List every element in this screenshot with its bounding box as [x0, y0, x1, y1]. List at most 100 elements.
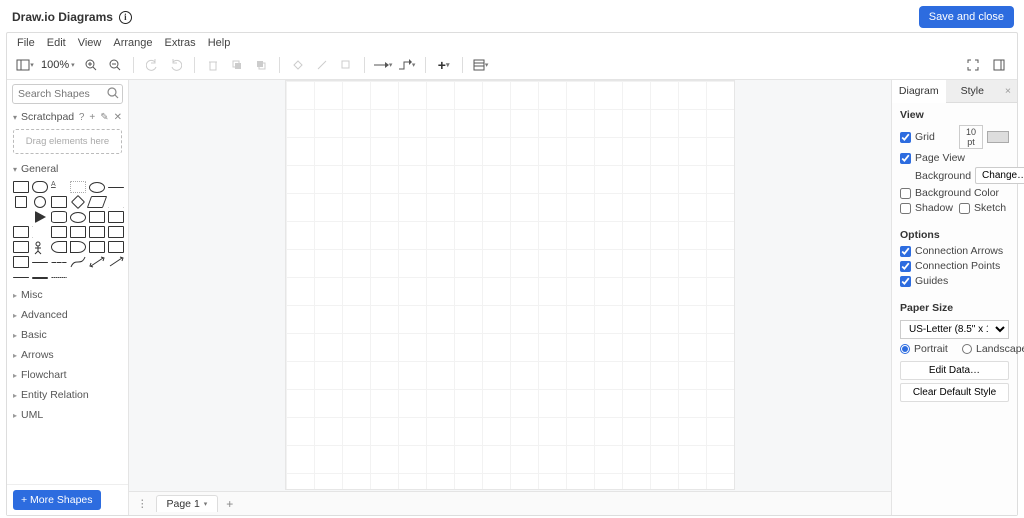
category-advanced[interactable]: ▸Advanced — [7, 305, 128, 325]
connection-button[interactable]: ▾ — [373, 55, 393, 75]
shape-line[interactable] — [32, 262, 48, 263]
clear-style-button[interactable]: Clear Default Style — [900, 383, 1009, 402]
category-basic[interactable]: ▸Basic — [7, 325, 128, 345]
shape-and[interactable] — [70, 241, 86, 253]
shape-step[interactable] — [32, 226, 48, 238]
more-shapes-button[interactable]: + More Shapes — [13, 490, 101, 510]
tab-diagram[interactable]: Diagram — [892, 80, 946, 103]
grid-checkbox[interactable] — [900, 132, 911, 143]
shape-tape[interactable] — [51, 226, 67, 238]
help-icon[interactable]: ? — [79, 112, 85, 123]
conn-arrows-checkbox[interactable] — [900, 246, 911, 257]
fill-color-button[interactable] — [288, 55, 308, 75]
undo-button[interactable] — [142, 55, 162, 75]
add-icon[interactable]: + — [89, 112, 95, 123]
shape-container[interactable] — [108, 241, 124, 253]
menu-help[interactable]: Help — [208, 37, 231, 49]
category-arrows[interactable]: ▸Arrows — [7, 345, 128, 365]
shape-directional-arrow[interactable] — [108, 256, 124, 268]
shape-or[interactable] — [51, 241, 67, 253]
shape-curve[interactable] — [70, 256, 86, 268]
add-page-button[interactable]: + — [226, 497, 233, 511]
redo-button[interactable] — [166, 55, 186, 75]
shadow-button[interactable] — [336, 55, 356, 75]
shape-text[interactable]: A — [51, 181, 67, 193]
line-color-button[interactable] — [312, 55, 332, 75]
drawing-page[interactable] — [285, 80, 735, 490]
grid-size-input[interactable]: 10 pt — [959, 125, 983, 149]
shape-diamond[interactable] — [71, 195, 85, 209]
guides-checkbox[interactable] — [900, 276, 911, 287]
scratchpad-header[interactable]: ▾ Scratchpad ? + ✎ ✕ — [7, 108, 128, 126]
general-header[interactable]: ▾ General — [7, 160, 128, 178]
view-mode-button[interactable]: ▾ — [15, 55, 35, 75]
shape-dotted-line[interactable] — [51, 277, 67, 278]
sketch-checkbox[interactable] — [959, 203, 970, 214]
change-background-button[interactable]: Change… — [975, 167, 1024, 184]
canvas[interactable] — [129, 80, 891, 491]
category-flowchart[interactable]: ▸Flowchart — [7, 365, 128, 385]
landscape-radio[interactable] — [962, 344, 972, 354]
save-and-close-button[interactable]: Save and close — [919, 6, 1014, 28]
bgcolor-checkbox[interactable] — [900, 188, 911, 199]
zoom-out-button[interactable] — [105, 55, 125, 75]
shape-list[interactable] — [13, 256, 29, 268]
shape-rounded-rect[interactable] — [32, 181, 48, 193]
shape-circle[interactable] — [34, 196, 46, 208]
menu-arrange[interactable]: Arrange — [113, 37, 152, 49]
format-panel-button[interactable] — [989, 55, 1009, 75]
shape-rectangle[interactable] — [13, 181, 29, 193]
zoom-in-button[interactable] — [81, 55, 101, 75]
shape-callout[interactable] — [89, 226, 105, 238]
to-front-button[interactable] — [227, 55, 247, 75]
shape-data-storage[interactable] — [89, 241, 105, 253]
shape-square[interactable] — [15, 196, 27, 208]
shape-cloud[interactable] — [70, 212, 86, 223]
close-icon[interactable]: ✕ — [114, 112, 122, 123]
portrait-radio[interactable] — [900, 344, 910, 354]
pageview-checkbox[interactable] — [900, 153, 911, 164]
to-back-button[interactable] — [251, 55, 271, 75]
menu-extras[interactable]: Extras — [165, 37, 196, 49]
close-panel-button[interactable]: × — [999, 80, 1017, 103]
menu-view[interactable]: View — [78, 37, 102, 49]
tab-style[interactable]: Style — [946, 80, 1000, 103]
shape-actor[interactable] — [32, 241, 48, 253]
shape-link[interactable] — [13, 277, 29, 278]
edit-data-button[interactable]: Edit Data… — [900, 361, 1009, 380]
shape-dashed-line[interactable] — [51, 262, 67, 263]
shape-note[interactable] — [13, 241, 29, 253]
shape-card[interactable] — [70, 226, 86, 238]
delete-button[interactable] — [203, 55, 223, 75]
shape-ellipse[interactable] — [89, 182, 105, 193]
shape-trapezoid[interactable] — [108, 196, 124, 208]
shape-internal-storage[interactable] — [108, 211, 124, 223]
shape-process[interactable] — [51, 196, 67, 208]
shape-hexagon[interactable] — [13, 211, 29, 223]
shape-document[interactable] — [89, 211, 105, 223]
shape-parallelogram[interactable] — [87, 196, 107, 208]
waypoint-button[interactable]: ▾ — [397, 55, 417, 75]
shape-textbox[interactable] — [70, 181, 86, 193]
category-misc[interactable]: ▸Misc — [7, 285, 128, 305]
info-icon[interactable]: i — [119, 11, 132, 24]
shape-divider[interactable] — [108, 187, 124, 188]
menu-edit[interactable]: Edit — [47, 37, 66, 49]
category-uml[interactable]: ▸UML — [7, 405, 128, 425]
page-tab-1[interactable]: Page 1 ▾ — [156, 495, 219, 512]
zoom-level[interactable]: 100%▾ — [39, 59, 77, 71]
shadow-checkbox[interactable] — [900, 203, 911, 214]
page-menu-button[interactable]: ⋮ — [137, 498, 148, 510]
shape-triangle[interactable] — [35, 211, 46, 223]
menu-file[interactable]: File — [17, 37, 35, 49]
shape-thick-line[interactable] — [32, 277, 48, 279]
category-entity-relation[interactable]: ▸Entity Relation — [7, 385, 128, 405]
table-button[interactable]: ▾ — [471, 55, 491, 75]
shape-bidirectional-arrow[interactable] — [89, 256, 105, 268]
shape-cylinder[interactable] — [51, 211, 67, 223]
edit-icon[interactable]: ✎ — [100, 112, 108, 123]
grid-color-swatch[interactable] — [987, 131, 1009, 143]
paper-size-select[interactable]: US-Letter (8.5" x 11") — [900, 320, 1009, 339]
shape-cube[interactable] — [13, 226, 29, 238]
fullscreen-button[interactable] — [963, 55, 983, 75]
